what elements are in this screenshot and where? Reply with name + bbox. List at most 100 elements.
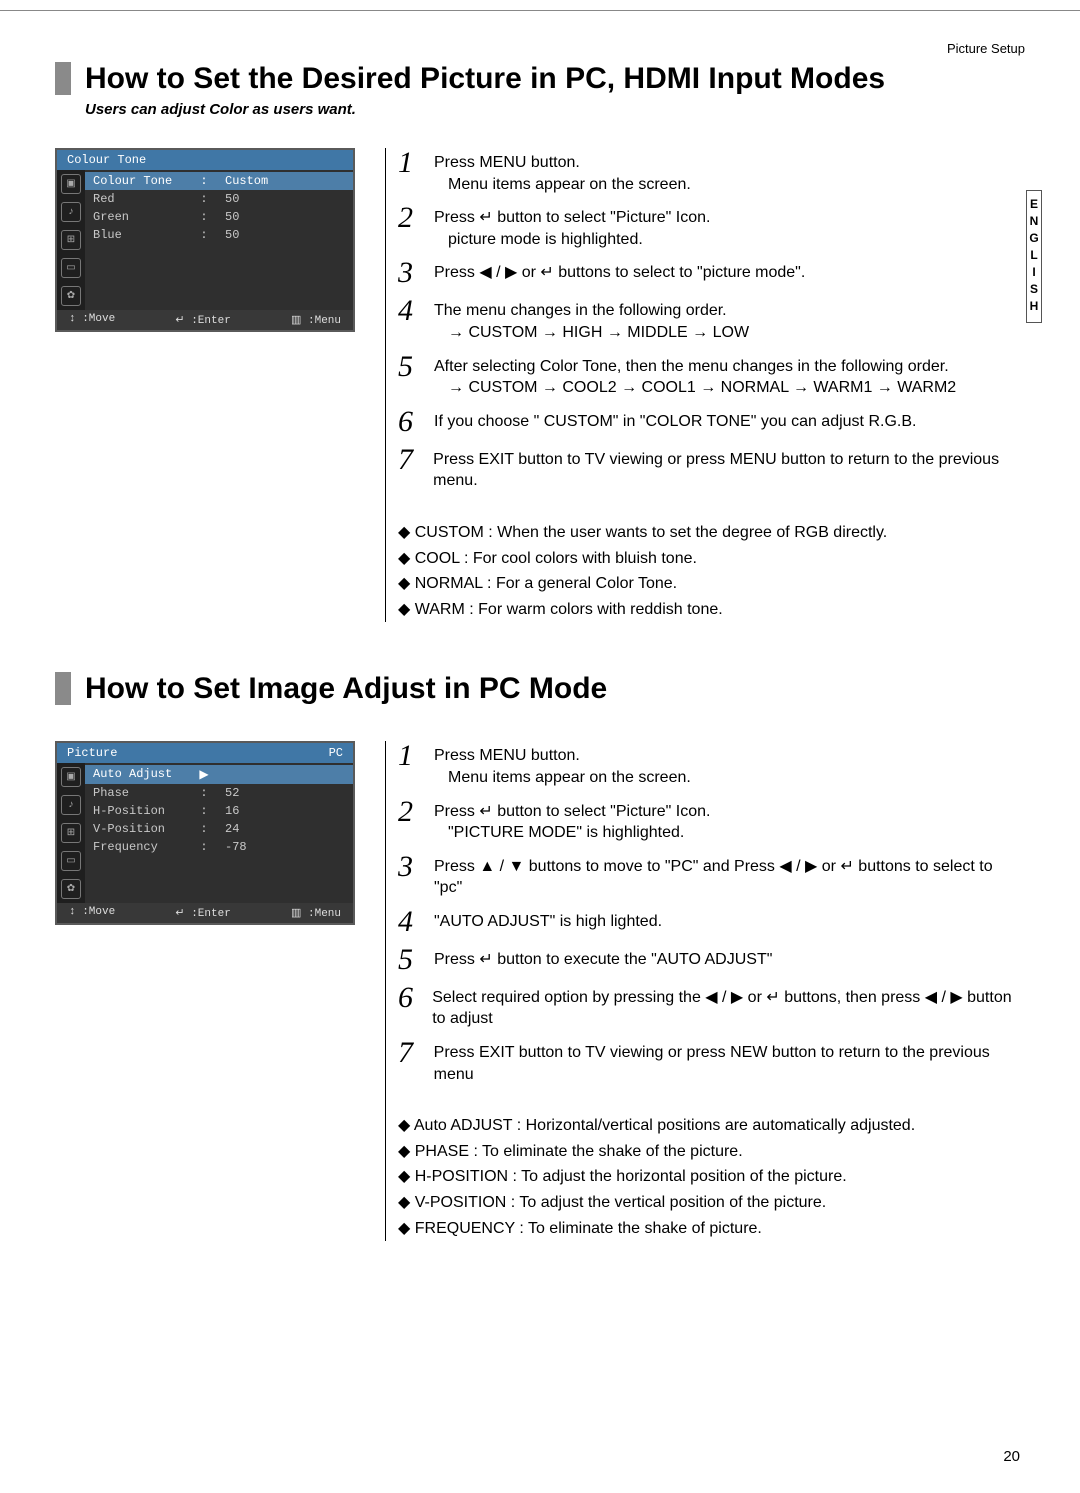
step-text: If you choose " CUSTOM" in "COLOR TONE" …: [434, 411, 916, 433]
osd-row-value: 50: [215, 210, 345, 224]
section-title: How to Set the Desired Picture in PC, HD…: [55, 62, 1025, 95]
osd-row-sel: :: [199, 228, 209, 242]
instruction-step: 3 Press ▲ / ▼ buttons to move to "PC" and…: [398, 852, 1025, 899]
instructions-column: 1 Press MENU button.Menu items appear on …: [385, 741, 1025, 1241]
instruction-step: 2 Press ↵ button to select "Picture" Icon…: [398, 797, 1025, 844]
step-number: 5: [398, 945, 420, 975]
step-text: Press ◀ / ▶ or ↵ buttons to select to "p…: [434, 262, 805, 284]
osd-row: Blue:50: [85, 226, 353, 244]
osd-row-value: -78: [215, 840, 345, 854]
osd-screenshot: Picture PC ▣ ♪ ⊞ ▭ ✿ Auto Adjust▶Phase:5…: [55, 741, 355, 1241]
osd-row-value: 16: [215, 804, 345, 818]
instruction-step: 5 After selecting Color Tone, then the me…: [398, 352, 1025, 399]
osd-row-label: Green: [93, 210, 193, 224]
instruction-step: 1 Press MENU button.Menu items appear on …: [398, 741, 1025, 788]
step-text: → CUSTOM → COOL2 → COOL1 → NORMAL → WARM…: [448, 377, 956, 399]
osd-row-sel: :: [199, 822, 209, 836]
osd-row: Phase:52: [85, 784, 353, 802]
section-heading: How to Set the Desired Picture in PC, HD…: [85, 62, 885, 95]
step-number: 4: [398, 296, 420, 326]
step-number: 7: [398, 1038, 420, 1068]
osd-row-label: Red: [93, 192, 193, 206]
osd-title: Colour Tone: [67, 153, 146, 167]
step-text: "AUTO ADJUST" is high lighted.: [434, 911, 662, 933]
osd-row-label: Colour Tone: [93, 174, 193, 188]
step-number: 6: [398, 983, 418, 1013]
settings-icon: ✿: [61, 286, 81, 306]
channel-icon: ⊞: [61, 823, 81, 843]
channel-icon: ⊞: [61, 230, 81, 250]
picture-icon: ▣: [61, 767, 81, 787]
note-item: H-POSITION : To adjust the horizontal po…: [398, 1164, 1025, 1190]
osd-row-sel: :: [199, 804, 209, 818]
step-text: Press EXIT button to TV viewing or press…: [434, 1042, 1025, 1085]
step-number: 3: [398, 852, 420, 882]
osd-row-sel: :: [199, 174, 209, 188]
section-title: How to Set Image Adjust in PC Mode: [55, 672, 1025, 705]
osd-row: H-Position:16: [85, 802, 353, 820]
instruction-step: 6 If you choose " CUSTOM" in "COLOR TONE"…: [398, 407, 1025, 437]
step-text: Press ↵ button to execute the "AUTO ADJU…: [434, 949, 772, 971]
osd-enter-hint: ↵ :Enter: [175, 313, 230, 327]
screen-icon: ▭: [61, 258, 81, 278]
step-number: 3: [398, 258, 420, 288]
step-number: 1: [398, 741, 420, 771]
title-bar-decoration: [55, 62, 71, 95]
step-number: 7: [398, 445, 419, 475]
osd-row-value: [215, 767, 345, 782]
osd-row-sel: :: [199, 192, 209, 206]
instruction-step: 5 Press ↵ button to execute the "AUTO ADJ…: [398, 945, 1025, 975]
osd-row-sel: :: [199, 840, 209, 854]
osd-move-hint: ↕ :Move: [69, 313, 115, 327]
osd-enter-hint: ↵ :Enter: [175, 906, 230, 920]
instruction-step: 7 Press EXIT button to TV viewing or pres…: [398, 445, 1025, 492]
step-text: "PICTURE MODE" is highlighted.: [448, 822, 710, 844]
notes-list: Auto ADJUST : Horizontal/vertical positi…: [398, 1113, 1025, 1241]
section-body: Picture PC ▣ ♪ ⊞ ▭ ✿ Auto Adjust▶Phase:5…: [55, 741, 1025, 1241]
step-text: The menu changes in the following order.: [434, 300, 749, 322]
osd-icon-strip: ▣ ♪ ⊞ ▭ ✿: [57, 170, 85, 310]
osd-menu-hint: ▥ :Menu: [291, 313, 341, 327]
note-item: Auto ADJUST : Horizontal/vertical positi…: [398, 1113, 1025, 1139]
osd-title: Picture: [67, 746, 117, 760]
step-text: Menu items appear on the screen.: [448, 767, 691, 789]
osd-row-value: Custom: [215, 174, 345, 188]
sound-icon: ♪: [61, 202, 81, 222]
osd-row-sel: :: [199, 786, 209, 800]
osd-row: Auto Adjust▶: [85, 765, 353, 784]
osd-row: V-Position:24: [85, 820, 353, 838]
instruction-step: 4 The menu changes in the following order…: [398, 296, 1025, 343]
step-text: Press MENU button.: [434, 745, 691, 767]
title-bar-decoration: [55, 672, 71, 705]
instructions-column: 1 Press MENU button.Menu items appear on …: [385, 148, 1025, 622]
osd-screenshot: Colour Tone ▣ ♪ ⊞ ▭ ✿ Colour Tone: Custom…: [55, 148, 355, 622]
osd-move-hint: ↕ :Move: [69, 906, 115, 920]
step-number: 5: [398, 352, 420, 382]
step-text: After selecting Color Tone, then the men…: [434, 356, 956, 378]
step-text: Menu items appear on the screen.: [448, 174, 691, 196]
step-text: Press EXIT button to TV viewing or press…: [433, 449, 1025, 492]
note-item: PHASE : To eliminate the shake of the pi…: [398, 1139, 1025, 1165]
osd-row: Green:50: [85, 208, 353, 226]
step-number: 6: [398, 407, 420, 437]
note-item: COOL : For cool colors with bluish tone.: [398, 546, 1025, 572]
instruction-step: 1 Press MENU button.Menu items appear on …: [398, 148, 1025, 195]
note-item: CUSTOM : When the user wants to set the …: [398, 520, 1025, 546]
osd-row-sel: :: [199, 210, 209, 224]
instruction-step: 3 Press ◀ / ▶ or ↵ buttons to select to "…: [398, 258, 1025, 288]
manual-page: Picture Setup ENGLISH How to Set the Des…: [0, 10, 1080, 1331]
note-item: NORMAL : For a general Color Tone.: [398, 571, 1025, 597]
step-number: 2: [398, 797, 420, 827]
osd-menu-hint: ▥ :Menu: [291, 906, 341, 920]
osd-row-value: 24: [215, 822, 345, 836]
osd-row-value: 50: [215, 192, 345, 206]
picture-icon: ▣: [61, 174, 81, 194]
step-text: Press ↵ button to select "Picture" Icon.: [434, 801, 710, 823]
step-text: Select required option by pressing the ◀…: [432, 987, 1025, 1030]
step-text: Press ▲ / ▼ buttons to move to "PC" and …: [434, 856, 1025, 899]
osd-row-label: Phase: [93, 786, 193, 800]
osd-row-value: 50: [215, 228, 345, 242]
step-number: 1: [398, 148, 420, 178]
step-text: Press MENU button.: [434, 152, 691, 174]
osd-title-right: PC: [329, 746, 343, 760]
